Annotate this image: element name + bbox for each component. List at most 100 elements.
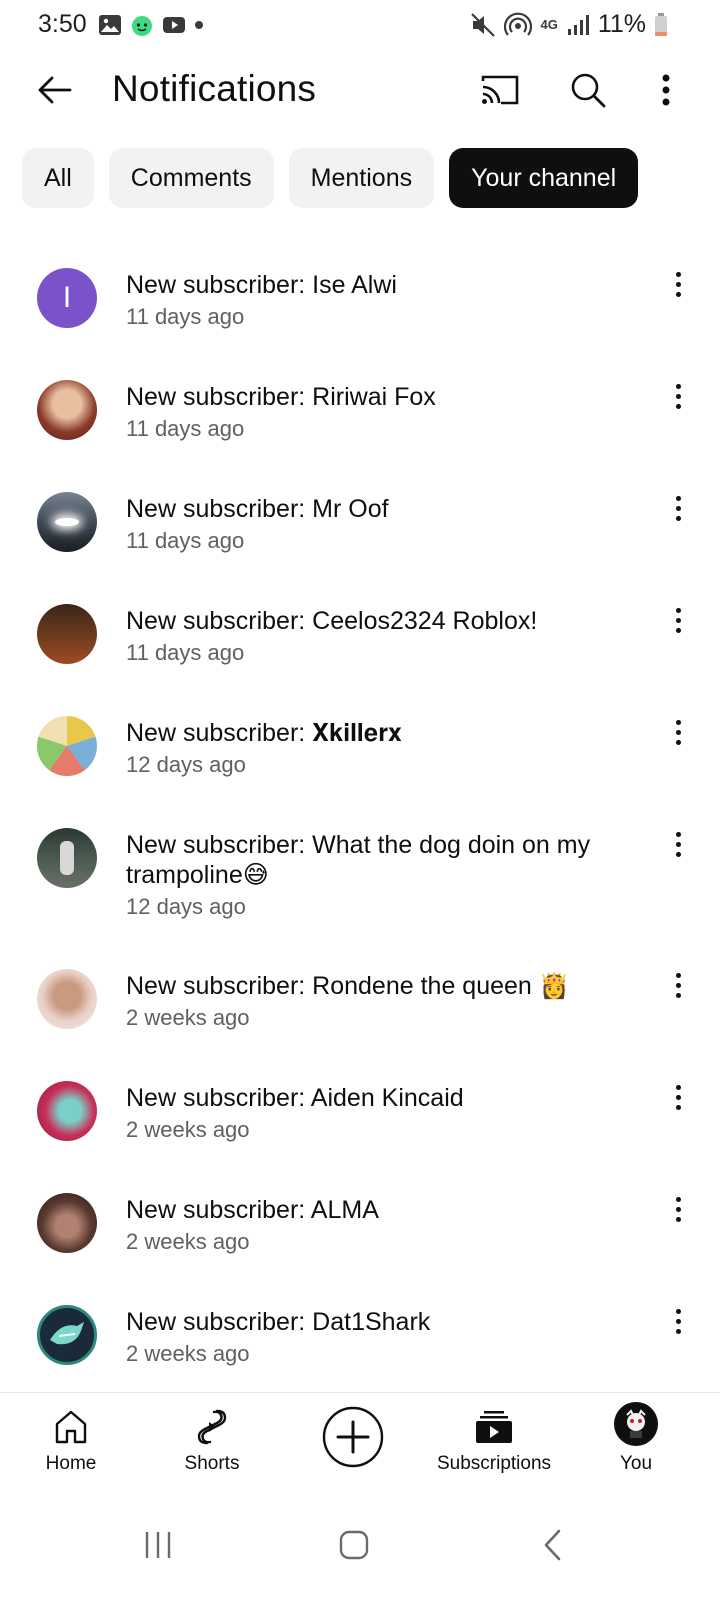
notification-title: New subscriber: Ririwai Fox xyxy=(126,383,436,411)
avatar xyxy=(614,1402,658,1446)
shark-icon xyxy=(50,1322,84,1345)
list-item[interactable]: New subscriber: Rondene the queen 👸 2 we… xyxy=(0,969,720,1079)
nav-label: Home xyxy=(45,1453,97,1474)
hotspot-icon xyxy=(504,12,533,36)
notification-time: 2 weeks ago xyxy=(126,1229,250,1254)
notification-title: New subscriber: Ise Alwi xyxy=(126,271,397,299)
notification-title: New subscriber: ALMA xyxy=(126,1196,379,1224)
list-item[interactable]: New subscriber: Mr Oof 11 days ago xyxy=(0,492,720,602)
avatar[interactable] xyxy=(37,604,97,664)
item-more-button[interactable] xyxy=(660,714,696,750)
more-vert-icon xyxy=(675,831,681,857)
avatar[interactable] xyxy=(37,969,97,1029)
battery-percent: 11% xyxy=(597,10,646,38)
avatar[interactable] xyxy=(37,492,97,552)
item-more-button[interactable] xyxy=(660,1191,696,1227)
shorts-icon xyxy=(197,1409,227,1445)
more-vert-icon xyxy=(675,271,681,297)
item-more-button[interactable] xyxy=(660,1303,696,1339)
search-button[interactable] xyxy=(564,66,612,114)
notification-title: New subscriber: Dat1Shark xyxy=(126,1308,431,1336)
notification-title: New subscriber: 𝐗𝐤𝐢𝐥𝐥𝐞𝐫𝐱 xyxy=(126,719,402,747)
nav-shorts[interactable]: Shorts xyxy=(147,1393,277,1501)
avatar[interactable]: I xyxy=(37,268,97,328)
mute-icon xyxy=(471,12,496,37)
more-vert-icon xyxy=(675,1084,681,1110)
more-vert-icon xyxy=(675,1196,681,1222)
arrow-left-icon xyxy=(38,76,72,104)
item-more-button[interactable] xyxy=(660,826,696,862)
avatar[interactable] xyxy=(37,380,97,440)
list-item[interactable]: New subscriber: Ririwai Fox 11 days ago xyxy=(0,380,720,490)
nav-label: Shorts xyxy=(184,1453,240,1474)
notification-time: 12 days ago xyxy=(126,752,246,777)
more-notifications-dot xyxy=(195,21,203,29)
app-bar: Notifications xyxy=(0,52,720,128)
back-button[interactable] xyxy=(30,66,78,114)
notification-time: 11 days ago xyxy=(126,304,245,329)
cast-icon xyxy=(481,75,519,105)
status-bar: 3:50 4G 11% xyxy=(0,0,720,52)
notification-title: New subscriber: What the dog doin on my … xyxy=(126,831,591,889)
avatar[interactable] xyxy=(37,716,97,776)
notification-list[interactable]: ​ I New subscriber: Ise Alwi 11 days ago… xyxy=(0,230,720,1390)
list-item[interactable]: New subscriber: Ceelos2324 Roblox! 11 da… xyxy=(0,604,720,714)
more-vert-icon xyxy=(675,383,681,409)
more-vert-icon xyxy=(675,1308,681,1334)
item-more-button[interactable] xyxy=(660,378,696,414)
notification-title: New subscriber: Rondene the queen 👸 xyxy=(126,972,570,1000)
nav-home[interactable]: Home xyxy=(6,1393,136,1501)
network-type-icon: 4G xyxy=(540,17,558,32)
profile-character-icon xyxy=(626,1409,646,1438)
nav-subscriptions[interactable]: Subscriptions xyxy=(429,1393,559,1501)
status-notification-icons xyxy=(98,14,204,36)
home-icon xyxy=(55,1410,87,1444)
recents-icon xyxy=(145,1532,171,1558)
avatar[interactable] xyxy=(37,828,97,888)
notification-time: 12 days ago xyxy=(126,894,246,919)
chip-comments[interactable]: Comments xyxy=(108,148,274,208)
status-system-icons: 4G 11% xyxy=(470,10,668,39)
cast-button[interactable] xyxy=(476,66,524,114)
item-more-button[interactable] xyxy=(660,602,696,638)
chip-mentions[interactable]: Mentions xyxy=(288,148,435,208)
nav-create[interactable] xyxy=(288,1393,418,1501)
chip-all[interactable]: All xyxy=(22,148,94,208)
list-item[interactable]: I New subscriber: Ise Alwi 11 days ago xyxy=(0,268,720,378)
avatar[interactable] xyxy=(37,1081,97,1141)
item-more-button[interactable] xyxy=(660,967,696,1003)
nav-label: You xyxy=(619,1453,653,1474)
notification-time: 11 days ago xyxy=(126,528,245,553)
list-item[interactable]: New subscriber: Aiden Kincaid 2 weeks ag… xyxy=(0,1081,720,1191)
avatar-letter: I xyxy=(62,281,72,314)
gallery-icon xyxy=(99,15,121,35)
list-item[interactable]: New subscriber: ALMA 2 weeks ago xyxy=(0,1193,720,1303)
chevron-left-icon xyxy=(544,1529,561,1561)
item-more-button[interactable] xyxy=(660,266,696,302)
page-title: Notifications xyxy=(112,68,317,109)
notification-title: New subscriber: Aiden Kincaid xyxy=(126,1084,464,1112)
status-time: 3:50 xyxy=(38,10,87,38)
more-vert-icon xyxy=(662,74,670,106)
youtube-icon xyxy=(163,17,185,33)
nav-you[interactable]: You xyxy=(571,1393,701,1501)
battery-icon xyxy=(655,12,667,36)
more-options-button[interactable] xyxy=(642,66,690,114)
notification-title: New subscriber: Ceelos2324 Roblox! xyxy=(126,607,538,635)
chip-your-channel[interactable]: Your channel xyxy=(449,148,639,208)
system-nav xyxy=(0,1500,720,1600)
recents-button[interactable] xyxy=(128,1520,188,1570)
notification-time: 11 days ago xyxy=(126,640,245,665)
nav-label: Subscriptions xyxy=(436,1453,552,1474)
filter-chips: All Comments Mentions Your channel xyxy=(22,148,639,208)
list-item[interactable]: New subscriber: 𝐗𝐤𝐢𝐥𝐥𝐞𝐫𝐱 12 days ago xyxy=(0,716,720,826)
back-system-button[interactable] xyxy=(522,1520,582,1570)
list-item[interactable]: New subscriber: What the dog doin on my … xyxy=(0,828,720,968)
item-more-button[interactable] xyxy=(660,490,696,526)
list-item[interactable]: New subscriber: Dat1Shark 2 weeks ago xyxy=(0,1305,720,1390)
home-system-button[interactable] xyxy=(324,1520,384,1570)
android-app-icon xyxy=(132,16,152,36)
avatar[interactable] xyxy=(37,1305,97,1365)
item-more-button[interactable] xyxy=(660,1079,696,1115)
avatar[interactable] xyxy=(37,1193,97,1253)
